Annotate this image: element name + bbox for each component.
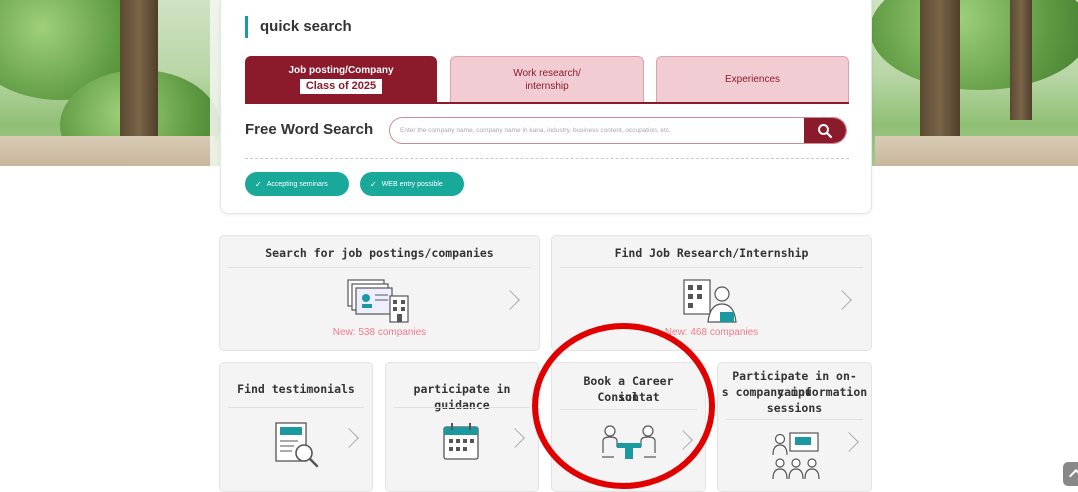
tab-label: Job posting/Company [288, 65, 394, 76]
free-word-search-box [389, 117, 847, 144]
quick-search-panel: quick search Job posting/Company Class o… [220, 0, 872, 214]
card-title: sessions [766, 401, 823, 415]
tab-label: internship [525, 80, 569, 92]
tab-experiences[interactable]: Experiences [656, 56, 849, 102]
chip-accepting-seminars[interactable]: ✓ Accepting seminars [245, 172, 349, 196]
search-tabs: Job posting/Company Class of 2025 Work r… [245, 56, 849, 104]
chevron-right-icon [832, 290, 852, 310]
card-title: s company information [721, 385, 868, 399]
testimonial-icon [275, 422, 319, 468]
card-find-testimonials[interactable]: Find testimonials [219, 362, 373, 492]
company-listing-icon [347, 279, 409, 323]
chevron-right-icon [839, 432, 859, 452]
check-icon: ✓ [370, 179, 377, 189]
new-count: New: 538 companies [332, 327, 427, 338]
seminar-icon [772, 432, 820, 480]
tab-label: Work research/ [513, 67, 581, 79]
chevron-right-icon [673, 430, 693, 450]
free-word-search-label: Free Word Search [245, 121, 374, 138]
chevron-right-icon [505, 428, 525, 448]
internship-icon [683, 279, 737, 323]
tab-work-research-internship[interactable]: Work research/ internship [450, 56, 644, 102]
quick-search-title: quick search [245, 16, 352, 38]
tab-label: Experiences [724, 74, 781, 85]
chevron-right-icon [500, 290, 520, 310]
card-participate-in-guidance[interactable]: participate in guidance [385, 362, 539, 492]
card-on-campus-info-sessions[interactable]: Participate in on-campu s company inform… [717, 362, 872, 492]
card-book-career-consultation[interactable]: Book a Career Consultat ion [551, 362, 706, 492]
new-count: New: 468 companies [664, 327, 759, 338]
card-find-job-research-internship[interactable]: Find Job Research/Internship New: 468 co… [551, 235, 872, 351]
card-title: Find Job Research/Internship [614, 246, 809, 260]
search-button[interactable] [804, 118, 846, 143]
chevron-right-icon [339, 428, 359, 448]
card-title: participate in guidance [413, 382, 511, 412]
free-word-search-input[interactable] [390, 118, 805, 143]
chip-label: Accepting seminars [266, 180, 328, 188]
divider [245, 158, 849, 159]
class-year-badge: Class of 2025 [299, 79, 383, 94]
chip-label: WEB entry possible [381, 180, 443, 188]
scroll-top-button[interactable] [1063, 462, 1078, 486]
card-search-job-postings[interactable]: Search for job postings/companies New: 5… [219, 235, 540, 351]
calendar-icon [443, 423, 479, 460]
chip-web-entry-possible[interactable]: ✓ WEB entry possible [360, 172, 464, 196]
check-icon: ✓ [255, 179, 262, 189]
card-title: Search for job postings/companies [265, 246, 494, 260]
tab-job-posting-company[interactable]: Job posting/Company Class of 2025 [245, 56, 437, 102]
card-title: Find testimonials [237, 382, 355, 396]
consultation-icon [602, 425, 656, 459]
card-title: ion [618, 390, 639, 404]
search-icon [818, 123, 833, 138]
